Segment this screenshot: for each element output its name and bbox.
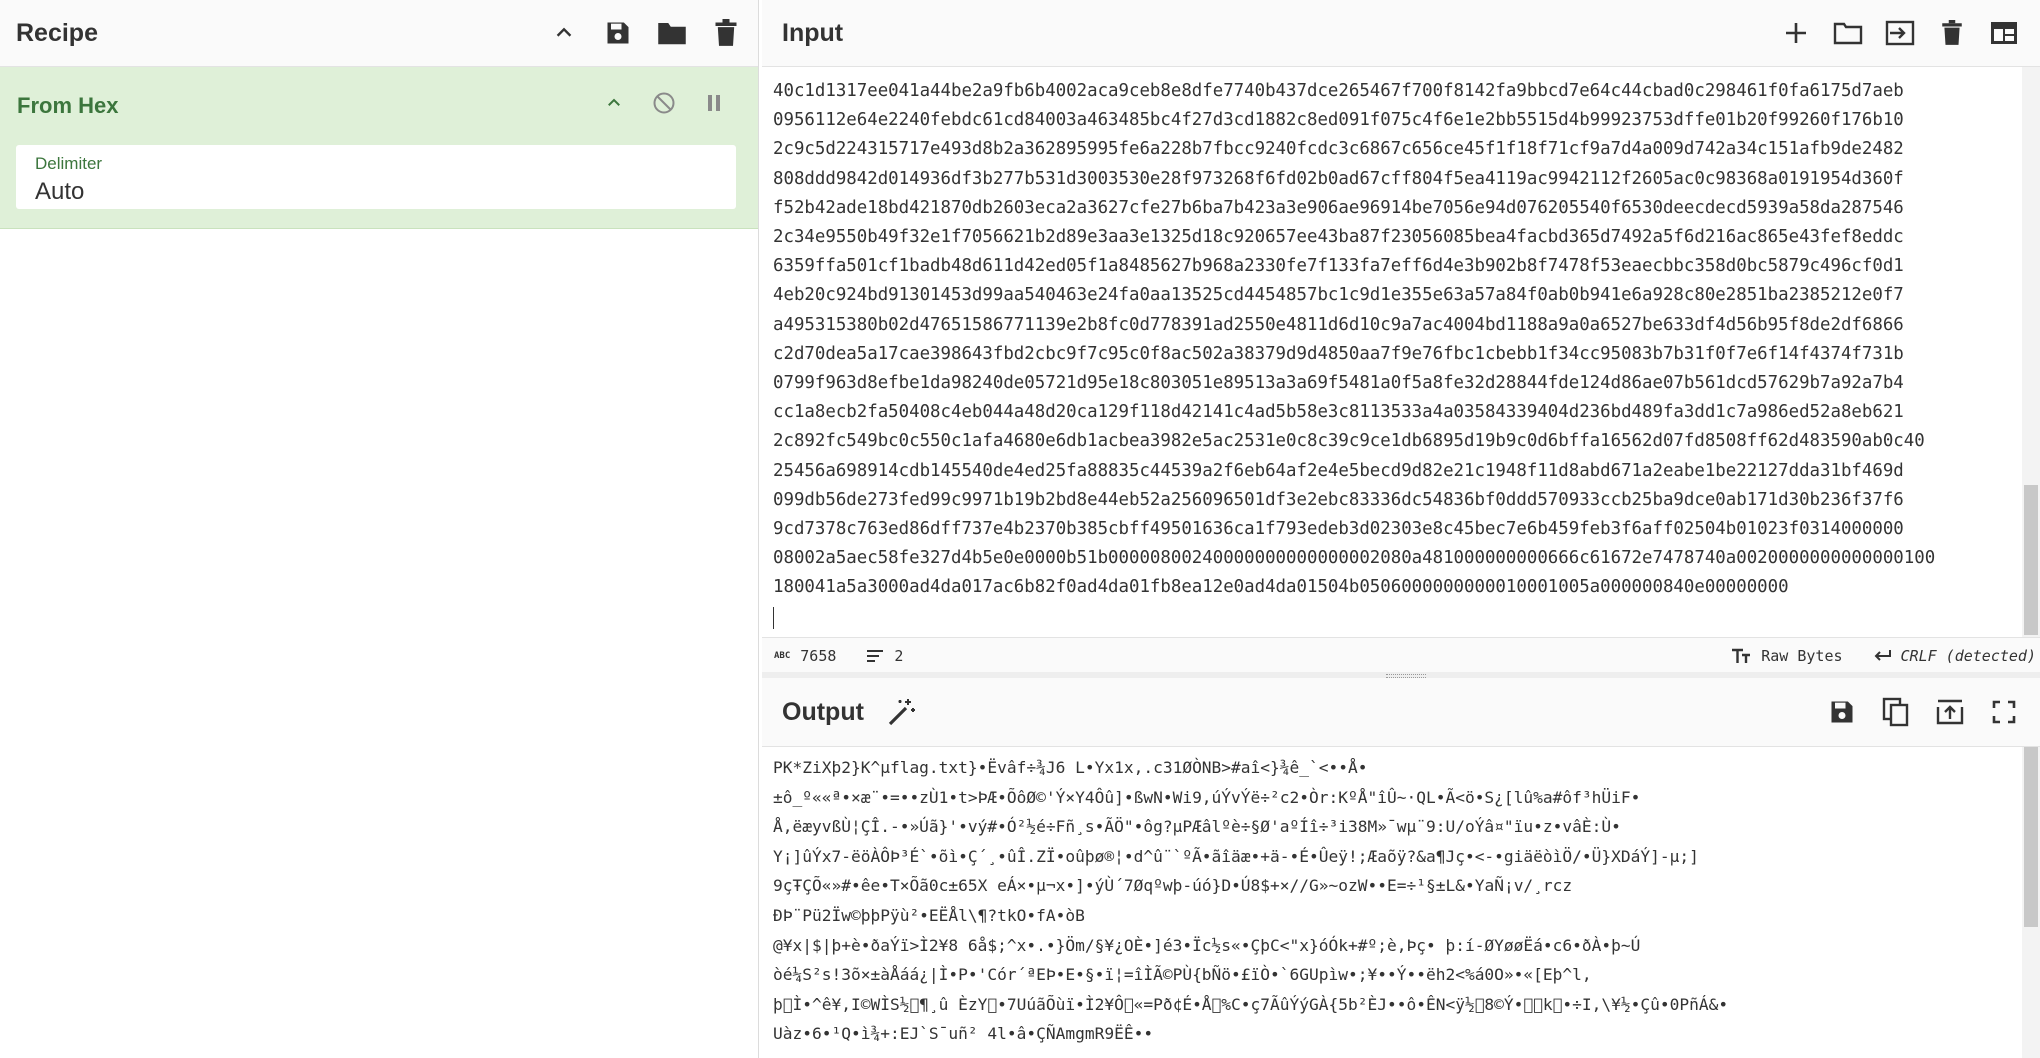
lines-value: 2	[894, 647, 903, 665]
input-line: 2c34e9550b49f32e1f7056621b2d89e3aa3e1325…	[773, 223, 2012, 252]
lines-icon	[866, 649, 884, 663]
output-line: òé¼S²s!3õ×±àÅáá¿|Ì•P•'Cór´ªEÞ•E•§•ï…	[773, 960, 2012, 990]
plus-icon[interactable]	[1780, 17, 1812, 49]
input-line: 0799f963d8efbe1da98240de05721d95e18c8030…	[773, 369, 2012, 398]
output-text[interactable]: PK    *ZiXþ2}K^  µ     flag.txt}•…	[762, 747, 2022, 1058]
replace-input-icon[interactable]	[1934, 696, 1966, 728]
length-value: 7658	[800, 647, 836, 665]
abc-icon: ABC	[774, 651, 790, 661]
output-line: Uàz•6•¹Q•ì¾+ :EJ`S¯uñ² 4l•â•ÇÑAmg m…	[773, 1019, 2012, 1049]
input-line: 2c9c5d224315717e493d8b2a362895995fe6a228…	[773, 135, 2012, 164]
output-header: Output	[762, 678, 2040, 747]
delimiter-field[interactable]: Delimiter	[16, 145, 736, 209]
fullscreen-icon[interactable]	[1988, 696, 2020, 728]
length-stat: ABC 7658	[774, 647, 836, 665]
input-line: 4eb20c924bd91301453d99aa540463e24fa0aa13…	[773, 281, 2012, 310]
delimiter-input[interactable]	[35, 178, 635, 206]
output-line: ±ô_º««ª•×æ¨•=••zÙ1•t>ÞÆ•ÕôØ©'Ý×Y4Ôû]•ß…	[773, 783, 2012, 813]
input-line: c2d70dea5a17cae398643fbd2cbc9f7c95c0f8ac…	[773, 340, 2012, 369]
trash-icon[interactable]	[1936, 17, 1968, 49]
folder-icon[interactable]	[1832, 17, 1864, 49]
input-line: 6359ffa501cf1badb48d611d42ed05f1a8485627…	[773, 252, 2012, 281]
eol-button[interactable]: CRLF (detected)	[1873, 647, 2036, 665]
output-line: 9çŦÇÕ«»#•êe•T×Õã0c±65X eÁ×•µ¬ x•]•ýÙ´…	[773, 871, 2012, 901]
input-header: Input	[762, 0, 2040, 67]
input-line: 808ddd9842d014936df3b277b531d3003530e28f…	[773, 165, 2012, 194]
magic-wand-icon[interactable]	[886, 696, 918, 728]
output-line: @¥x|$|þ+è•ðaÝï>Ì2¥8 6å$;^x•.•}Öm/§¥¿OÈ…	[773, 931, 2012, 961]
folder-icon[interactable]	[656, 17, 688, 49]
pause-icon[interactable]	[700, 89, 728, 117]
input-line: 40c1d1317ee041a44be2a9fb6b4002aca9ceb8e8…	[773, 77, 2012, 106]
input-scroll-thumb[interactable]	[2024, 485, 2038, 635]
operation-name: From Hex	[17, 93, 118, 119]
output-line: Å,ëæyvßÙ¦ÇÎ.-•»Úã}'•vý#•Ó²½é÷Fñ¸s•ÃÖ"•…	[773, 812, 2012, 842]
import-icon[interactable]	[1884, 17, 1916, 49]
output-title: Output	[782, 698, 864, 727]
output-scroll-thumb[interactable]	[2024, 747, 2038, 927]
input-line: a495315380b02d47651586771139e2b8fc0d7783…	[773, 311, 2012, 340]
output-line: PK    *ZiXþ2}K^  µ     flag.txt}•…	[773, 753, 2012, 783]
encoding-value: Raw Bytes	[1761, 647, 1842, 665]
save-icon[interactable]	[1826, 696, 1858, 728]
input-textarea[interactable]: 40c1d1317ee041a44be2a9fb6b4002aca9ceb8e8…	[762, 67, 2022, 637]
input-scrollbar[interactable]	[2022, 67, 2040, 637]
output-line: ÐÞ¨Pü2Ïw©þþPÿù²•EËÅl\¶?tkO•fA• òB	[773, 901, 2012, 931]
recipe-title: Recipe	[16, 19, 98, 48]
chevron-up-icon[interactable]	[600, 89, 628, 117]
disable-icon[interactable]	[650, 89, 678, 117]
save-icon[interactable]	[602, 17, 634, 49]
recipe-header: Recipe	[0, 0, 758, 67]
input-line: 0956112e64e2240febdc61cd84003a463485bc4f…	[773, 106, 2012, 135]
input-line: 08002a5aec58fe327d4b5e0e0000b51b00000800…	[773, 544, 2012, 573]
input-line: 2c892fc549bc0c550c1afa4680e6db1acbea3982…	[773, 427, 2012, 456]
trash-icon[interactable]	[710, 17, 742, 49]
lines-stat: 2	[866, 647, 903, 665]
eol-value: CRLF (detected)	[1901, 647, 2036, 665]
delimiter-label: Delimiter	[35, 154, 102, 174]
encoding-button[interactable]: Raw Bytes	[1731, 647, 1842, 665]
return-arrow-icon	[1873, 649, 1891, 663]
input-panel: Input 40c1d1317ee041a44be2a9fb6b4002aca9…	[762, 0, 2040, 672]
text-size-icon	[1731, 648, 1751, 664]
from-hex-operation[interactable]: From Hex Delimiter	[0, 67, 758, 229]
copy-icon[interactable]	[1880, 696, 1912, 728]
output-scrollbar[interactable]	[2022, 747, 2040, 1058]
input-title: Input	[782, 19, 843, 48]
layout-icon[interactable]	[1988, 17, 2020, 49]
text-cursor	[773, 607, 774, 629]
input-line: 099db56de273fed99c9971b19b2bd8e44eb52a25…	[773, 486, 2012, 515]
input-status-bar: ABC 7658 2 Raw Bytes CRLF (detected)	[762, 637, 2040, 674]
output-line: Y¡]ûÝx7-ëöÀÔ Þ³É`•õì•Ç´¸•ûÎ.ZÏ•oûþø®¦•…	[773, 842, 2012, 872]
input-line: 9cd7378c763ed86dff737e4b2370b385cbff4950…	[773, 515, 2012, 544]
chevron-up-icon[interactable]	[548, 17, 580, 49]
output-panel: Output PK    *ZiXþ2}K^  µ     fla…	[762, 678, 2040, 1058]
recipe-panel: Recipe From Hex Delimiter Auto	[0, 0, 759, 1058]
output-line: þ Ì•^ê¥,I©WÌS½¶¸û ÈzY•7UúãÕùï•Ì2¥Ô«=P…	[773, 990, 2012, 1020]
input-line: cc1a8ecb2fa50408c4eb044a48d20ca129f118d4…	[773, 398, 2012, 427]
input-line: f52b42ade18bd421870db2603eca2a3627cfe27b…	[773, 194, 2012, 223]
input-line: 25456a698914cdb145540de4ed25fa88835c4453…	[773, 457, 2012, 486]
input-line: 180041a5a3000ad4da017ac6b82f0ad4da01fb8e…	[773, 573, 2012, 602]
